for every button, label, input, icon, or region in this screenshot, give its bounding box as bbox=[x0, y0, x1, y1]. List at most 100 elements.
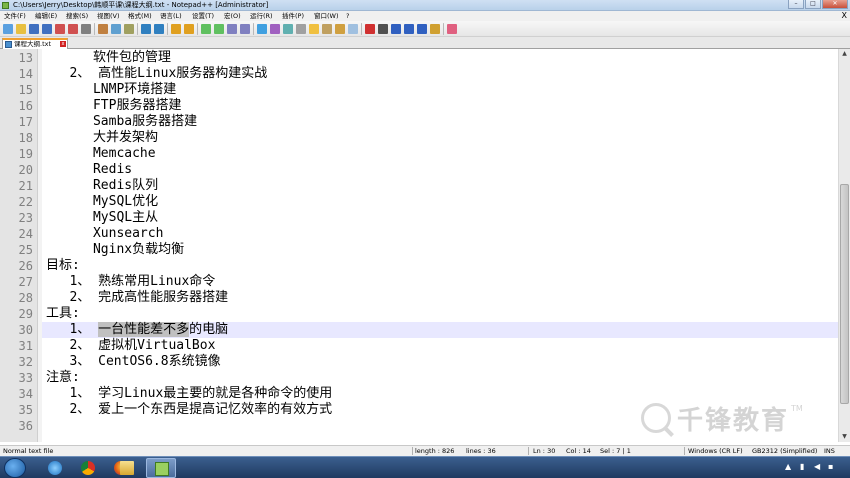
menu-file[interactable]: 文件(F) bbox=[4, 12, 26, 20]
copy-icon[interactable] bbox=[111, 24, 121, 34]
code-line[interactable]: 2、 虚拟机VirtualBox bbox=[46, 338, 215, 354]
plugin-icon[interactable] bbox=[447, 24, 457, 34]
menu-view[interactable]: 视图(V) bbox=[97, 12, 120, 20]
zoom-in-icon[interactable] bbox=[201, 24, 211, 34]
start-button[interactable] bbox=[4, 458, 26, 478]
menu-edit[interactable]: 编辑(E) bbox=[35, 12, 57, 20]
code-line[interactable]: 2、 高性能Linux服务器构建实战 bbox=[46, 66, 267, 82]
line-number: 14 bbox=[18, 67, 33, 81]
code-line[interactable]: 大并发架构 bbox=[46, 130, 158, 146]
code-line[interactable]: 软件包的管理 bbox=[46, 50, 171, 66]
code-line[interactable]: 2、 完成高性能服务器搭建 bbox=[46, 290, 228, 306]
sync-h-icon[interactable] bbox=[240, 24, 250, 34]
line-number: 21 bbox=[18, 179, 33, 193]
play-icon[interactable] bbox=[391, 24, 401, 34]
record-icon[interactable] bbox=[365, 24, 375, 34]
menu-format[interactable]: 格式(M) bbox=[128, 12, 152, 20]
code-line[interactable]: Nginx负载均衡 bbox=[46, 242, 184, 258]
replace-icon[interactable] bbox=[184, 24, 194, 34]
cut-icon[interactable] bbox=[98, 24, 108, 34]
close-document-button[interactable]: X bbox=[842, 11, 847, 20]
print-icon[interactable] bbox=[81, 24, 91, 34]
save-macro-icon[interactable] bbox=[417, 24, 427, 34]
clock-icon[interactable]: ▪ bbox=[828, 461, 833, 473]
monitor-icon[interactable] bbox=[348, 24, 358, 34]
code-line[interactable]: 目标: bbox=[46, 258, 80, 274]
taskbar-ie[interactable] bbox=[40, 458, 70, 478]
status-divider bbox=[684, 447, 685, 455]
redo-icon[interactable] bbox=[154, 24, 164, 34]
indent-guide-icon[interactable] bbox=[283, 24, 293, 34]
maximize-button[interactable]: □ bbox=[805, 0, 821, 9]
menu-help[interactable]: ? bbox=[346, 12, 349, 20]
scroll-down-icon[interactable]: ▼ bbox=[839, 432, 850, 442]
code-line[interactable]: Samba服务器搭建 bbox=[46, 114, 197, 130]
notepadpp-icon bbox=[155, 462, 169, 476]
tab-bar: 课程大纲.txt x bbox=[0, 37, 850, 49]
close-all-icon[interactable] bbox=[68, 24, 78, 34]
zoom-out-icon[interactable] bbox=[214, 24, 224, 34]
menu-language[interactable]: 语言(L) bbox=[160, 12, 182, 20]
sync-v-icon[interactable] bbox=[227, 24, 237, 34]
vertical-scrollbar[interactable]: ▲ ▼ bbox=[838, 49, 850, 442]
menu-settings[interactable]: 设置(T) bbox=[192, 12, 214, 20]
menu-search[interactable]: 搜索(S) bbox=[66, 12, 88, 20]
save-all-icon[interactable] bbox=[42, 24, 52, 34]
saved-file-icon bbox=[5, 41, 12, 48]
minimize-button[interactable]: – bbox=[788, 0, 804, 9]
tray-arrow-icon[interactable]: ▲ bbox=[785, 461, 791, 473]
line-number: 24 bbox=[18, 227, 33, 241]
code-line[interactable]: 注意: bbox=[46, 370, 80, 386]
undo-icon[interactable] bbox=[141, 24, 151, 34]
line-number: 16 bbox=[18, 99, 33, 113]
menu-window[interactable]: 窗口(W) bbox=[314, 12, 339, 20]
close-icon[interactable] bbox=[55, 24, 65, 34]
all-chars-icon[interactable] bbox=[270, 24, 280, 34]
paste-icon[interactable] bbox=[124, 24, 134, 34]
taskbar-chrome[interactable] bbox=[73, 458, 103, 478]
word-wrap-icon[interactable] bbox=[257, 24, 267, 34]
new-file-icon[interactable] bbox=[3, 24, 13, 34]
scroll-thumb[interactable] bbox=[840, 184, 849, 404]
folder-workspace-icon[interactable] bbox=[335, 24, 345, 34]
close-window-button[interactable]: ✕ bbox=[822, 0, 848, 9]
code-line[interactable]: MySQL优化 bbox=[46, 194, 158, 210]
network-icon[interactable]: ▮ bbox=[800, 461, 804, 473]
open-file-icon[interactable] bbox=[16, 24, 26, 34]
taskbar-notepadpp[interactable] bbox=[146, 458, 176, 478]
code-line[interactable]: 2、 爱上一个东西是提高记忆效率的有效方式 bbox=[46, 402, 332, 418]
code-line[interactable]: LNMP环境搭建 bbox=[46, 82, 176, 98]
tab-course-outline[interactable]: 课程大纲.txt x bbox=[2, 38, 68, 49]
doc-map-icon[interactable] bbox=[309, 24, 319, 34]
code-line[interactable]: Xunsearch bbox=[46, 226, 163, 242]
taskbar-explorer[interactable] bbox=[112, 458, 142, 478]
code-line[interactable]: FTP服务器搭建 bbox=[46, 98, 182, 114]
code-line[interactable]: 1、 熟练常用Linux命令 bbox=[46, 274, 215, 290]
code-line[interactable]: Redis队列 bbox=[46, 178, 158, 194]
code-line[interactable]: 3、 CentOS6.8系统镜像 bbox=[46, 354, 220, 370]
tab-close-button[interactable]: x bbox=[60, 41, 66, 47]
notepadpp-logo-icon bbox=[2, 2, 9, 9]
code-line[interactable]: 1、 一台性能差不多的电脑 bbox=[46, 322, 228, 338]
menu-run[interactable]: 运行(R) bbox=[250, 12, 273, 20]
code-line[interactable]: 1、 学习Linux最主要的就是各种命令的使用 bbox=[46, 386, 332, 402]
code-line[interactable]: Memcache bbox=[46, 146, 156, 162]
line-number: 28 bbox=[18, 291, 33, 305]
code-line[interactable]: MySQL主从 bbox=[46, 210, 158, 226]
find-icon[interactable] bbox=[171, 24, 181, 34]
menu-plugins[interactable]: 插件(P) bbox=[282, 12, 304, 20]
scroll-up-icon[interactable]: ▲ bbox=[839, 49, 850, 59]
code-line[interactable]: 工具: bbox=[46, 306, 80, 322]
volume-icon[interactable]: ◀ bbox=[814, 461, 820, 473]
spellcheck-icon[interactable] bbox=[430, 24, 440, 34]
line-number: 20 bbox=[18, 163, 33, 177]
code-line[interactable]: Redis bbox=[46, 162, 132, 178]
play-multiple-icon[interactable] bbox=[404, 24, 414, 34]
editor[interactable]: 13 软件包的管理 14 2、 高性能Linux服务器构建实战 15 LNMP环境搭… bbox=[0, 49, 838, 442]
menu-macro[interactable]: 宏(O) bbox=[224, 12, 241, 20]
func-list-icon[interactable] bbox=[322, 24, 332, 34]
save-icon[interactable] bbox=[29, 24, 39, 34]
stop-icon[interactable] bbox=[378, 24, 388, 34]
status-sel: Sel : 7 | 1 bbox=[600, 447, 631, 455]
lang-icon[interactable] bbox=[296, 24, 306, 34]
